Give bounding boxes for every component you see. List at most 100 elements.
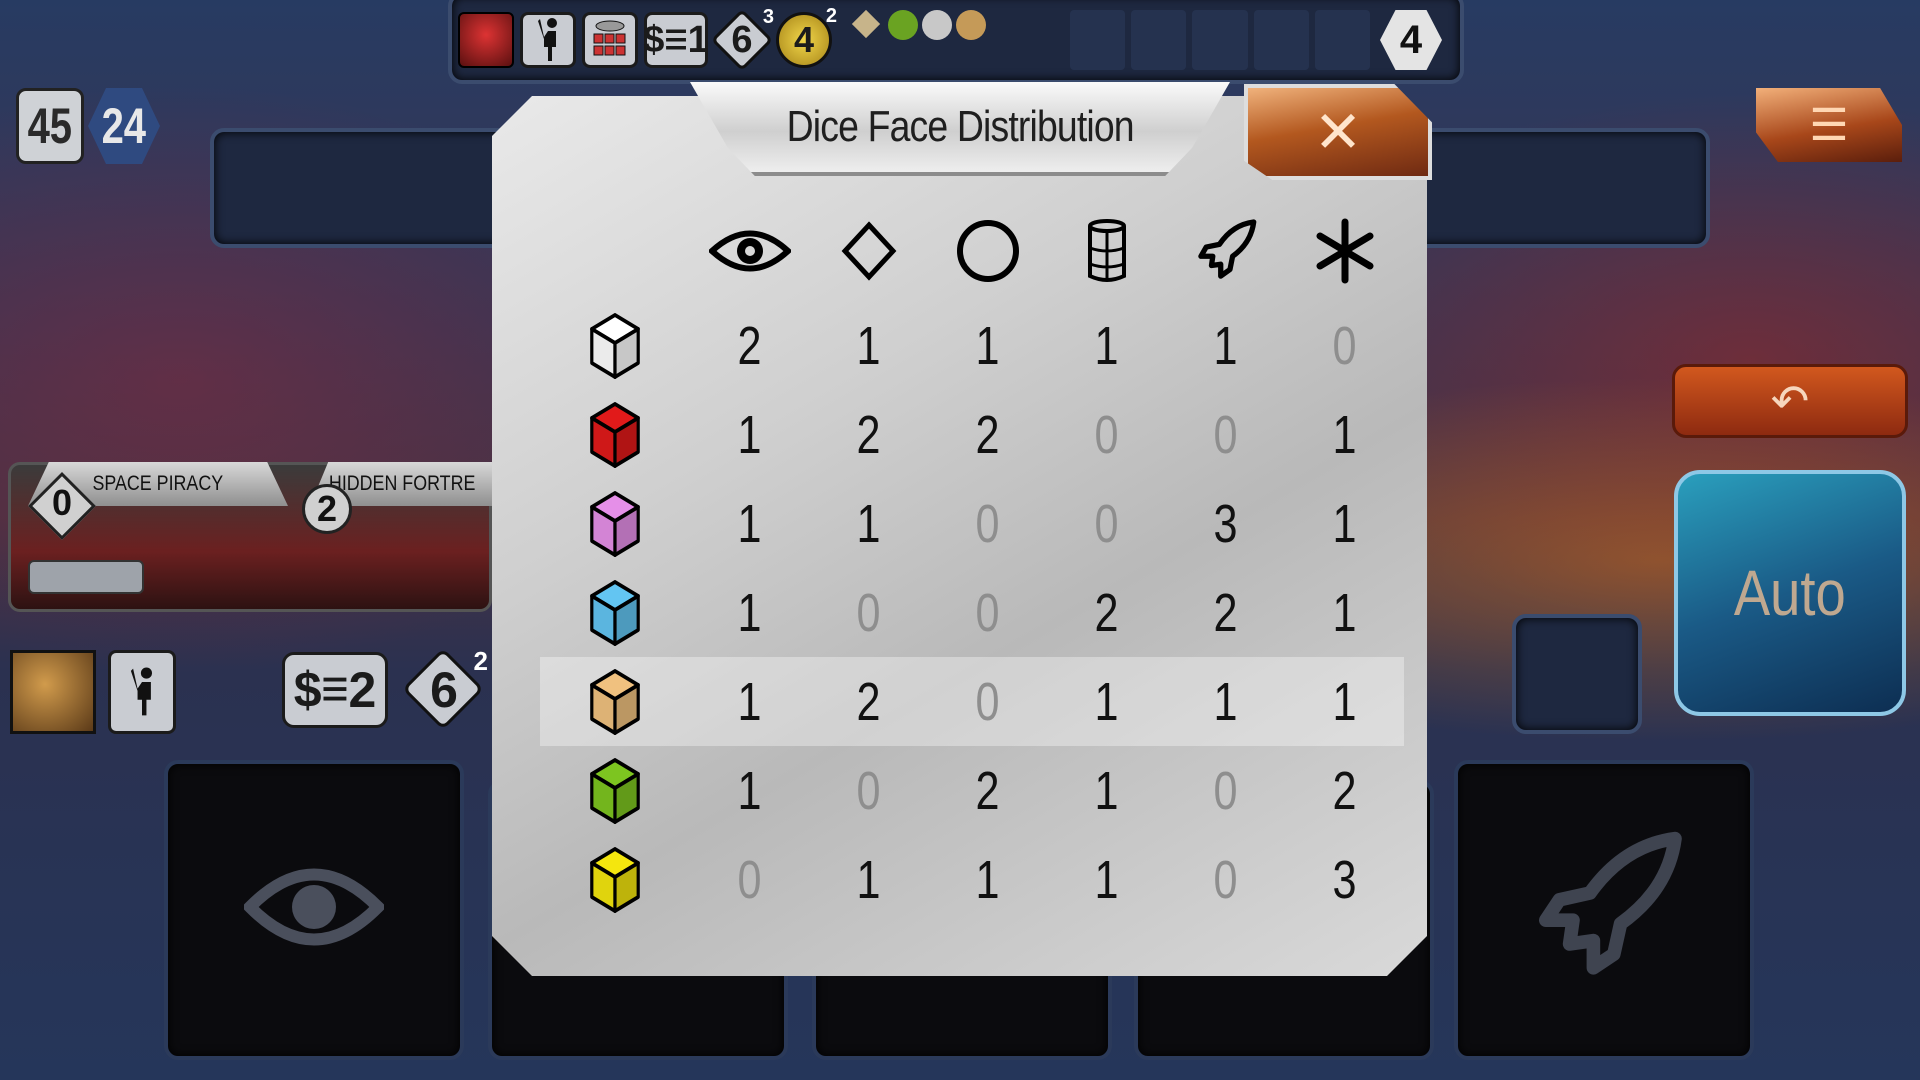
white-die-cell <box>555 301 675 390</box>
diamond-token-icon <box>851 9 881 39</box>
resource-tokens <box>851 8 988 44</box>
red-die-cylinder-count: 0 <box>1094 404 1119 465</box>
gold-value: 4 <box>793 19 815 60</box>
cylinder-slot[interactable] <box>1253 10 1309 70</box>
yellow-die-cell <box>555 835 675 924</box>
dice-table-body: 2111101220011100311002211201111021020111… <box>540 301 1404 924</box>
green-die-eye-count: 1 <box>737 760 762 821</box>
eye-slot[interactable] <box>1070 10 1126 70</box>
score-first: 45 <box>16 88 84 164</box>
dice-row-yellow-die: 0 1 1 1 0 3 <box>540 835 1404 924</box>
crew-icon <box>593 20 626 56</box>
blue-die-asterisk-count: 1 <box>1332 582 1357 643</box>
column-diamond <box>809 205 928 301</box>
blue-die-eye-count: 1 <box>737 582 762 643</box>
gold-chip[interactable]: 4 2 <box>776 5 837 68</box>
dollar-icon: $ <box>293 662 322 718</box>
rocket-icon <box>1197 218 1256 279</box>
red-die-diamond-count: 2 <box>856 404 881 465</box>
worker-chip[interactable] <box>520 12 576 68</box>
white-die-cylinder-count: 1 <box>1094 315 1119 376</box>
yellow-die-asterisk-count: 3 <box>1332 849 1357 910</box>
red-die-rocket-count: 0 <box>1213 404 1238 465</box>
menu-button[interactable]: ☰ <box>1756 88 1902 162</box>
card-right-title: HIDDEN FORTRE <box>328 472 476 495</box>
red-die-asterisk-count: 1 <box>1332 404 1357 465</box>
close-button[interactable]: ✕ <box>1244 84 1432 180</box>
game-board: $ ☰ 1 6 3 4 2 4 45 24 ☰ ↶ SPACE PIRACY H… <box>0 0 1920 1080</box>
purple-die-eye-count: 1 <box>737 493 762 554</box>
list-icon: ☰ <box>664 24 688 55</box>
white-die-icon <box>590 312 640 379</box>
blue-die-cylinder-count: 2 <box>1094 582 1119 643</box>
rocket-slot[interactable] <box>1314 10 1371 70</box>
circle-icon <box>956 219 1019 282</box>
purple-die-cylinder-count: 0 <box>1094 493 1119 554</box>
credits-chip[interactable]: $ ☰ 1 <box>643 12 709 68</box>
blue-die-diamond-count: 0 <box>856 582 881 643</box>
crew-chip[interactable] <box>582 12 638 68</box>
purple-die-diamond-count: 1 <box>856 493 881 554</box>
eye-icon <box>244 868 384 946</box>
round-value: 4 <box>1399 17 1423 62</box>
green-die-asterisk-count: 2 <box>1332 760 1357 821</box>
card-right-cost-value: 2 <box>316 488 338 529</box>
tan-die-cylinder-count: 1 <box>1094 671 1119 732</box>
red-die-icon <box>590 401 640 468</box>
yellow-die-icon <box>590 846 640 913</box>
tan-die-rocket-count: 1 <box>1213 671 1238 732</box>
dollar-icon: $ <box>643 18 665 61</box>
hamburger-icon: ☰ <box>1809 100 1849 150</box>
action-slot-rocket[interactable] <box>1454 760 1754 1060</box>
column-rocket <box>1166 205 1285 301</box>
die-column-header <box>540 205 690 301</box>
blue-die-icon <box>590 579 640 646</box>
cylinder-icon <box>1087 218 1126 282</box>
purple-die-asterisk-count: 1 <box>1332 493 1357 554</box>
green-die-diamond-count: 0 <box>856 760 881 821</box>
red-die-circle-count: 2 <box>975 404 1000 465</box>
player-worker-chip[interactable] <box>108 650 176 734</box>
modal-title-plate: Dice Face Distribution <box>690 82 1230 176</box>
yellow-die-circle-count: 1 <box>975 849 1000 910</box>
auto-label: Auto <box>1734 557 1846 629</box>
action-slot-eye[interactable] <box>164 760 464 1060</box>
dice-sup: 3 <box>762 6 774 28</box>
portrait-chip[interactable] <box>458 12 514 68</box>
dice-row-blue-die: 1 0 0 2 2 1 <box>540 568 1404 657</box>
undo-button[interactable]: ↶ <box>1672 364 1908 438</box>
player-portrait[interactable] <box>10 650 96 734</box>
blue-die-cell <box>555 568 675 657</box>
score-second: 24 <box>88 88 160 164</box>
tan-die-diamond-count: 2 <box>856 671 881 732</box>
score-first-value: 45 <box>27 98 73 154</box>
dice-row-white-die: 2 1 1 1 1 0 <box>540 301 1404 390</box>
tan-die-icon <box>590 668 640 735</box>
card-right-cost: 2 <box>302 484 352 534</box>
dice-chip[interactable]: 6 3 <box>710 6 774 72</box>
dice-face-table: 2111101220011100311002211201111021020111… <box>540 205 1404 924</box>
green-die-cylinder-count: 1 <box>1094 760 1119 821</box>
worker-icon <box>538 18 557 61</box>
score-second-value: 24 <box>101 98 147 154</box>
column-cylinder <box>1047 205 1166 301</box>
modal-title: Dice Face Distribution <box>786 102 1134 151</box>
yellow-die-diamond-count: 1 <box>856 849 881 910</box>
close-icon: ✕ <box>1313 100 1363 165</box>
purple-die-circle-count: 0 <box>975 493 1000 554</box>
diamond-slot[interactable] <box>1131 10 1187 70</box>
player-credits-chip[interactable]: $ ☰ 2 <box>282 652 388 728</box>
column-eye <box>690 205 809 301</box>
dice-row-purple-die: 1 1 0 0 3 1 <box>540 479 1404 568</box>
card-left-cost-value: 0 <box>51 482 73 523</box>
hidden-eye-slot[interactable] <box>1512 614 1642 734</box>
white-die-asterisk-count: 0 <box>1332 315 1357 376</box>
auto-button[interactable]: Auto <box>1674 470 1906 716</box>
circle-slot[interactable] <box>1192 10 1248 70</box>
player-dice-chip[interactable]: 6 2 <box>401 646 488 731</box>
rocket-icon <box>1539 831 1682 975</box>
tan-die-eye-count: 1 <box>737 671 762 732</box>
dice-row-red-die: 1 2 2 0 0 1 <box>540 390 1404 479</box>
dice-row-green-die: 1 0 2 1 0 2 <box>540 746 1404 835</box>
credits-value: 1 <box>687 18 709 61</box>
